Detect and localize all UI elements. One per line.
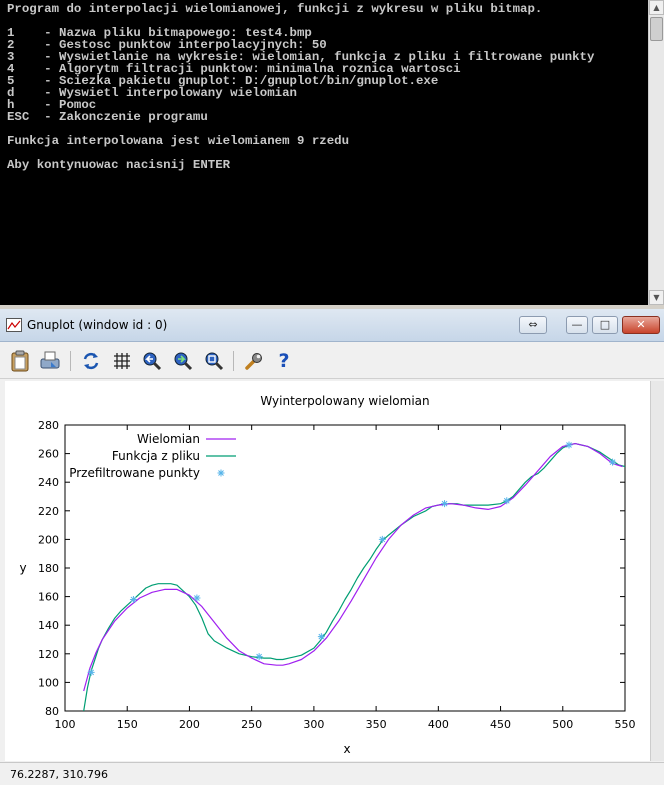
autoscale-icon[interactable] xyxy=(202,349,226,373)
legend-label: Funkcja z pliku xyxy=(112,449,200,463)
series-group xyxy=(83,441,625,711)
gnuplot-app-icon xyxy=(6,318,22,332)
data-point xyxy=(609,458,617,466)
y-tick-label: 120 xyxy=(38,648,59,661)
y-tick-label: 100 xyxy=(38,676,59,689)
x-tick-label: 250 xyxy=(241,718,262,731)
x-axis-label: x xyxy=(343,742,350,756)
toolbar: ? xyxy=(0,343,664,379)
data-point xyxy=(378,535,386,543)
x-tick-label: 200 xyxy=(179,718,200,731)
restore-arrows-icon[interactable]: ⇔ xyxy=(519,316,547,334)
y-tick-label: 160 xyxy=(38,591,59,604)
grid-icon[interactable] xyxy=(110,349,134,373)
legend-label: Wielomian xyxy=(137,432,200,446)
window-title: Gnuplot (window id : 0) xyxy=(27,318,168,332)
statusbar: 76.2287, 310.796 xyxy=(0,762,664,785)
data-point xyxy=(503,497,511,505)
console-line: d - Wyswietl interpolowany wielomian xyxy=(7,86,297,100)
console-line: Program do interpolacji wielomianowej, f… xyxy=(7,2,543,16)
print-icon[interactable] xyxy=(38,349,62,373)
data-point xyxy=(441,500,449,508)
data-point xyxy=(193,594,201,602)
x-tick-label: 350 xyxy=(366,718,387,731)
console-scrollbar[interactable]: ▲ ▼ xyxy=(648,0,664,305)
x-tick-label: 100 xyxy=(55,718,76,731)
data-point xyxy=(565,441,573,449)
data-point xyxy=(317,633,325,641)
console-window: Program do interpolacji wielomianowej, f… xyxy=(0,0,664,305)
x-tick-label: 400 xyxy=(428,718,449,731)
x-tick-label: 150 xyxy=(117,718,138,731)
chart-title: Wyinterpolowany wielomian xyxy=(260,394,429,408)
zoom-previous-icon[interactable] xyxy=(140,349,164,373)
y-tick-label: 260 xyxy=(38,448,59,461)
series-line-1 xyxy=(83,442,625,711)
plot-canvas[interactable]: Wyinterpolowany wielomian 100 150 200 250 300… xyxy=(5,381,650,761)
console-output: Program do interpolacji wielomianowej, f… xyxy=(7,3,647,171)
series-line-0 xyxy=(83,442,623,692)
help-icon[interactable]: ? xyxy=(272,349,296,373)
console-line: Funkcja interpolowana jest wielomianem 9… xyxy=(7,134,350,148)
plot-scrollbar[interactable] xyxy=(650,381,664,761)
x-tick-label: 450 xyxy=(490,718,511,731)
maximize-button[interactable]: □ xyxy=(592,316,618,334)
legend-label: Przefiltrowane punkty xyxy=(69,466,200,480)
close-button[interactable]: ✕ xyxy=(622,316,660,334)
console-line: Aby kontynuowac nacisnij ENTER xyxy=(7,158,231,172)
console-line: ESC - Zakonczenie programu xyxy=(7,110,208,124)
zoom-next-icon[interactable] xyxy=(171,349,195,373)
legend-swatch xyxy=(217,469,225,477)
options-wrench-icon[interactable] xyxy=(242,349,266,373)
mouse-coordinates-readout: 76.2287, 310.796 xyxy=(10,768,108,781)
window-titlebar[interactable]: Gnuplot (window id : 0) ⇔ — □ ✕ xyxy=(0,309,664,342)
replot-icon[interactable] xyxy=(79,349,103,373)
y-tick-label: 140 xyxy=(38,619,59,632)
y-tick-label: 280 xyxy=(38,419,59,432)
scroll-up-arrow-icon[interactable]: ▲ xyxy=(649,0,664,15)
console-scroll-thumb[interactable] xyxy=(650,17,663,41)
y-tick-label: 80 xyxy=(45,705,59,718)
y-tick-label: 180 xyxy=(38,562,59,575)
x-tick-label: 300 xyxy=(303,718,324,731)
gnuplot-window: Gnuplot (window id : 0) ⇔ — □ ✕ ? Wyinte… xyxy=(0,309,664,785)
data-point xyxy=(255,653,263,661)
copy-to-clipboard-icon[interactable] xyxy=(8,349,32,373)
x-tick-label: 500 xyxy=(552,718,573,731)
chart: Wyinterpolowany wielomian 100 150 200 250 300… xyxy=(19,394,636,756)
y-tick-label: 240 xyxy=(38,476,59,489)
x-tick-label: 550 xyxy=(615,718,636,731)
minimize-button[interactable]: — xyxy=(566,316,588,334)
y-tick-label: 200 xyxy=(38,533,59,546)
y-axis-label: y xyxy=(19,561,26,575)
data-point xyxy=(87,668,95,676)
data-point xyxy=(129,595,137,603)
scroll-down-arrow-icon[interactable]: ▼ xyxy=(649,290,664,305)
y-tick-label: 220 xyxy=(38,505,59,518)
